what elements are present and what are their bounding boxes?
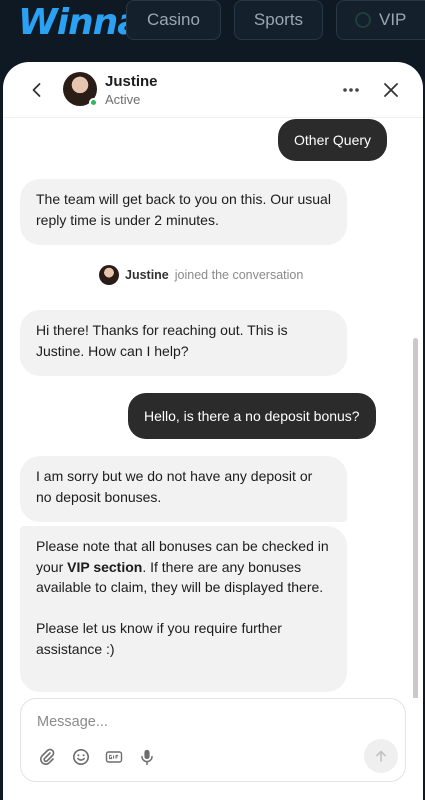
joined-notice: Justine joined the conversation <box>99 264 303 286</box>
bot-message: The team will get back to you on this. O… <box>20 179 347 245</box>
chat-panel: Justine Active Other Query The team will… <box>3 62 423 800</box>
send-button[interactable] <box>364 739 398 773</box>
chat-header: Justine Active <box>3 62 423 118</box>
attach-icon[interactable] <box>37 747 57 767</box>
more-icon[interactable] <box>339 80 363 100</box>
message-input[interactable] <box>37 709 357 735</box>
message-list[interactable]: Other Query The team will get back to yo… <box>3 118 423 698</box>
site-logo[interactable]: Winna <box>18 2 142 43</box>
online-status-dot <box>89 98 98 107</box>
nav-vip-button[interactable]: VIP <box>336 0 425 40</box>
send-arrow-icon <box>376 750 386 762</box>
agent-message: Please note that all bonuses can be chec… <box>20 526 347 692</box>
scrollbar[interactable] <box>413 338 418 698</box>
agent-message: I am sorry but we do not have any deposi… <box>20 456 347 522</box>
agent-message: Hi there! Thanks for reaching out. This … <box>20 310 347 376</box>
nav-sports-label: Sports <box>253 10 304 29</box>
gif-icon[interactable] <box>104 747 124 767</box>
agent-name: Justine <box>105 73 158 90</box>
mic-icon[interactable] <box>137 747 157 767</box>
site-header: Winna Casino Sports VIP <box>0 0 425 60</box>
joined-agent-name: Justine <box>125 268 169 282</box>
user-message: Hello, is there a no deposit bonus? <box>128 393 376 439</box>
joined-text: joined the conversation <box>174 268 304 282</box>
nav-casino-label: Casino <box>147 10 200 29</box>
nav-vip-label: VIP <box>379 10 407 29</box>
message-composer <box>20 698 406 782</box>
vip-ring-icon <box>355 12 371 28</box>
user-message: Other Query <box>278 119 388 161</box>
nav-casino-button[interactable]: Casino <box>126 0 221 40</box>
joined-avatar <box>99 265 119 285</box>
back-chevron-icon[interactable] <box>27 80 47 100</box>
nav-sports-button[interactable]: Sports <box>234 0 323 40</box>
vip-section-text: VIP section <box>67 558 143 575</box>
close-icon[interactable] <box>381 80 401 100</box>
agent-status: Active <box>105 92 141 107</box>
emoji-icon[interactable] <box>71 747 91 767</box>
